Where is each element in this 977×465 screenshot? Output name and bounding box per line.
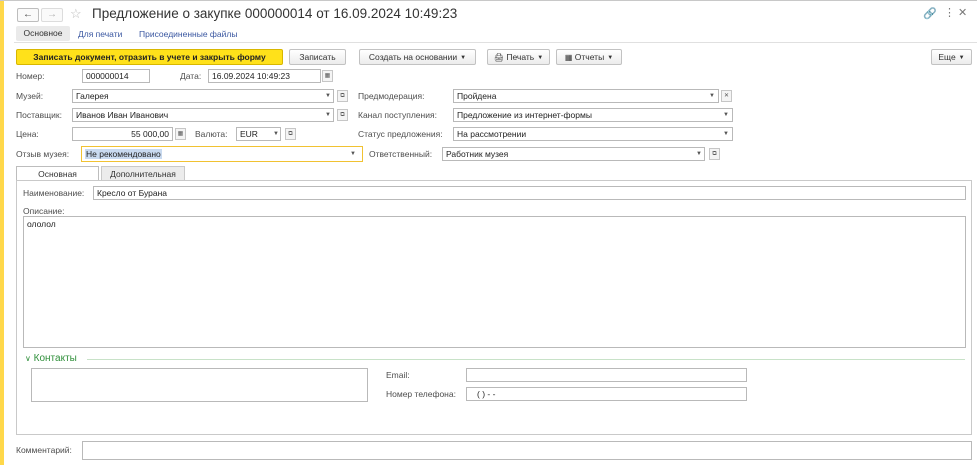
open-currency-icon[interactable]: ⧉ [285, 128, 296, 140]
nav-tab-print[interactable]: Для печати [78, 28, 122, 40]
email-field[interactable] [466, 368, 747, 382]
tab-main[interactable]: Основная [16, 166, 99, 181]
open-responsible-icon[interactable]: ⧉ [709, 148, 720, 160]
channel-field[interactable]: Предложение из интернет-формы [453, 108, 733, 122]
close-icon[interactable]: ✕ [958, 5, 967, 21]
post-and-close-button[interactable]: Записать документ, отразить в учете и за… [16, 49, 283, 65]
museum-field[interactable]: Галерея [72, 89, 334, 103]
supplier-label: Поставщик: [16, 110, 62, 120]
window-title: Предложение о закупке 000000014 от 16.09… [92, 6, 458, 21]
left-accent-bar [0, 0, 4, 465]
arrow-left-icon: ← [23, 9, 33, 20]
status-label: Статус предложения: [358, 129, 443, 139]
chevron-down-icon[interactable]: ▼ [696, 148, 702, 160]
supplier-field[interactable]: Иванов Иван Иванович [72, 108, 334, 122]
forward-button[interactable]: → [41, 8, 63, 22]
chevron-down-icon: ▼ [607, 55, 614, 61]
arrow-right-icon: → [47, 9, 57, 20]
currency-label: Валюта: [195, 129, 228, 139]
chevron-down-icon[interactable]: ▼ [325, 109, 331, 121]
price-label: Цена: [16, 129, 39, 139]
email-label: Email: [386, 370, 410, 380]
calculator-icon[interactable]: ▦ [175, 128, 186, 140]
number-field[interactable]: 000000014 [82, 69, 150, 83]
create-based-on-button[interactable]: Создать на основании ▼ [359, 49, 476, 65]
review-field[interactable]: Не рекомендовано [81, 146, 363, 162]
date-field[interactable]: 16.09.2024 10:49:23 [208, 69, 321, 83]
description-textarea[interactable]: ололол [23, 216, 966, 348]
clear-icon[interactable]: ✕ [721, 90, 732, 102]
chevron-down-icon: ▼ [460, 55, 467, 61]
reports-button[interactable]: ▦ Отчеты ▼ [556, 49, 622, 65]
print-button[interactable]: 🖨 Печать ▼ [487, 49, 550, 65]
chevron-down-icon[interactable]: ▼ [325, 90, 331, 102]
report-icon: ▦ [564, 53, 573, 62]
responsible-field[interactable]: Работник музея [442, 147, 705, 161]
contacts-group-toggle[interactable]: ∨ Контакты [25, 353, 77, 365]
chevron-down-icon[interactable]: ▼ [350, 148, 356, 160]
save-button[interactable]: Записать [289, 49, 346, 65]
phone-label: Номер телефона: [386, 389, 456, 399]
review-label: Отзыв музея: [16, 149, 70, 159]
chevron-down-icon: ▼ [958, 55, 965, 61]
item-name-label: Наименование: [23, 188, 85, 198]
more-button[interactable]: Еще ▼ [931, 49, 972, 65]
chevron-down-icon[interactable]: ▼ [723, 128, 729, 140]
number-label: Номер: [16, 71, 45, 81]
item-name-field[interactable]: Кресло от Бурана [93, 186, 966, 200]
responsible-label: Ответственный: [369, 149, 433, 159]
chevron-down-icon[interactable]: ▼ [273, 128, 279, 140]
phone-field[interactable]: ( ) - - [466, 387, 747, 401]
open-museum-icon[interactable]: ⧉ [337, 90, 348, 102]
premoderation-label: Предмодерация: [358, 91, 425, 101]
open-supplier-icon[interactable]: ⧉ [337, 109, 348, 121]
tab-additional[interactable]: Дополнительная [101, 166, 185, 181]
date-label: Дата: [180, 71, 202, 81]
contacts-line [87, 359, 965, 360]
link-icon[interactable]: 🔗 [923, 7, 937, 21]
comment-label: Комментарий: [16, 445, 72, 455]
more-vertical-icon[interactable]: ⋮ [944, 5, 955, 21]
museum-label: Музей: [16, 91, 44, 101]
channel-label: Канал поступления: [358, 110, 437, 120]
nav-tab-attached-files[interactable]: Присоединенные файлы [139, 28, 237, 40]
chevron-down-icon[interactable]: ▼ [709, 90, 715, 102]
contacts-notes-box[interactable] [31, 368, 368, 402]
calendar-icon[interactable]: ▦ [322, 70, 333, 82]
top-border [0, 0, 977, 1]
back-button[interactable]: ← [17, 8, 39, 22]
comment-field[interactable] [82, 441, 972, 460]
nav-tab-main[interactable]: Основное [16, 26, 70, 41]
printer-icon: 🖨 [493, 53, 504, 62]
chevron-down-icon: ∨ [25, 354, 31, 363]
favorite-star-icon[interactable]: ☆ [70, 6, 82, 22]
status-field[interactable]: На рассмотрении [453, 127, 733, 141]
premoderation-field[interactable]: Пройдена [453, 89, 719, 103]
chevron-down-icon: ▼ [537, 55, 544, 61]
price-field[interactable]: 55 000,00 [72, 127, 173, 141]
nav-divider [14, 42, 977, 43]
chevron-down-icon[interactable]: ▼ [723, 109, 729, 121]
